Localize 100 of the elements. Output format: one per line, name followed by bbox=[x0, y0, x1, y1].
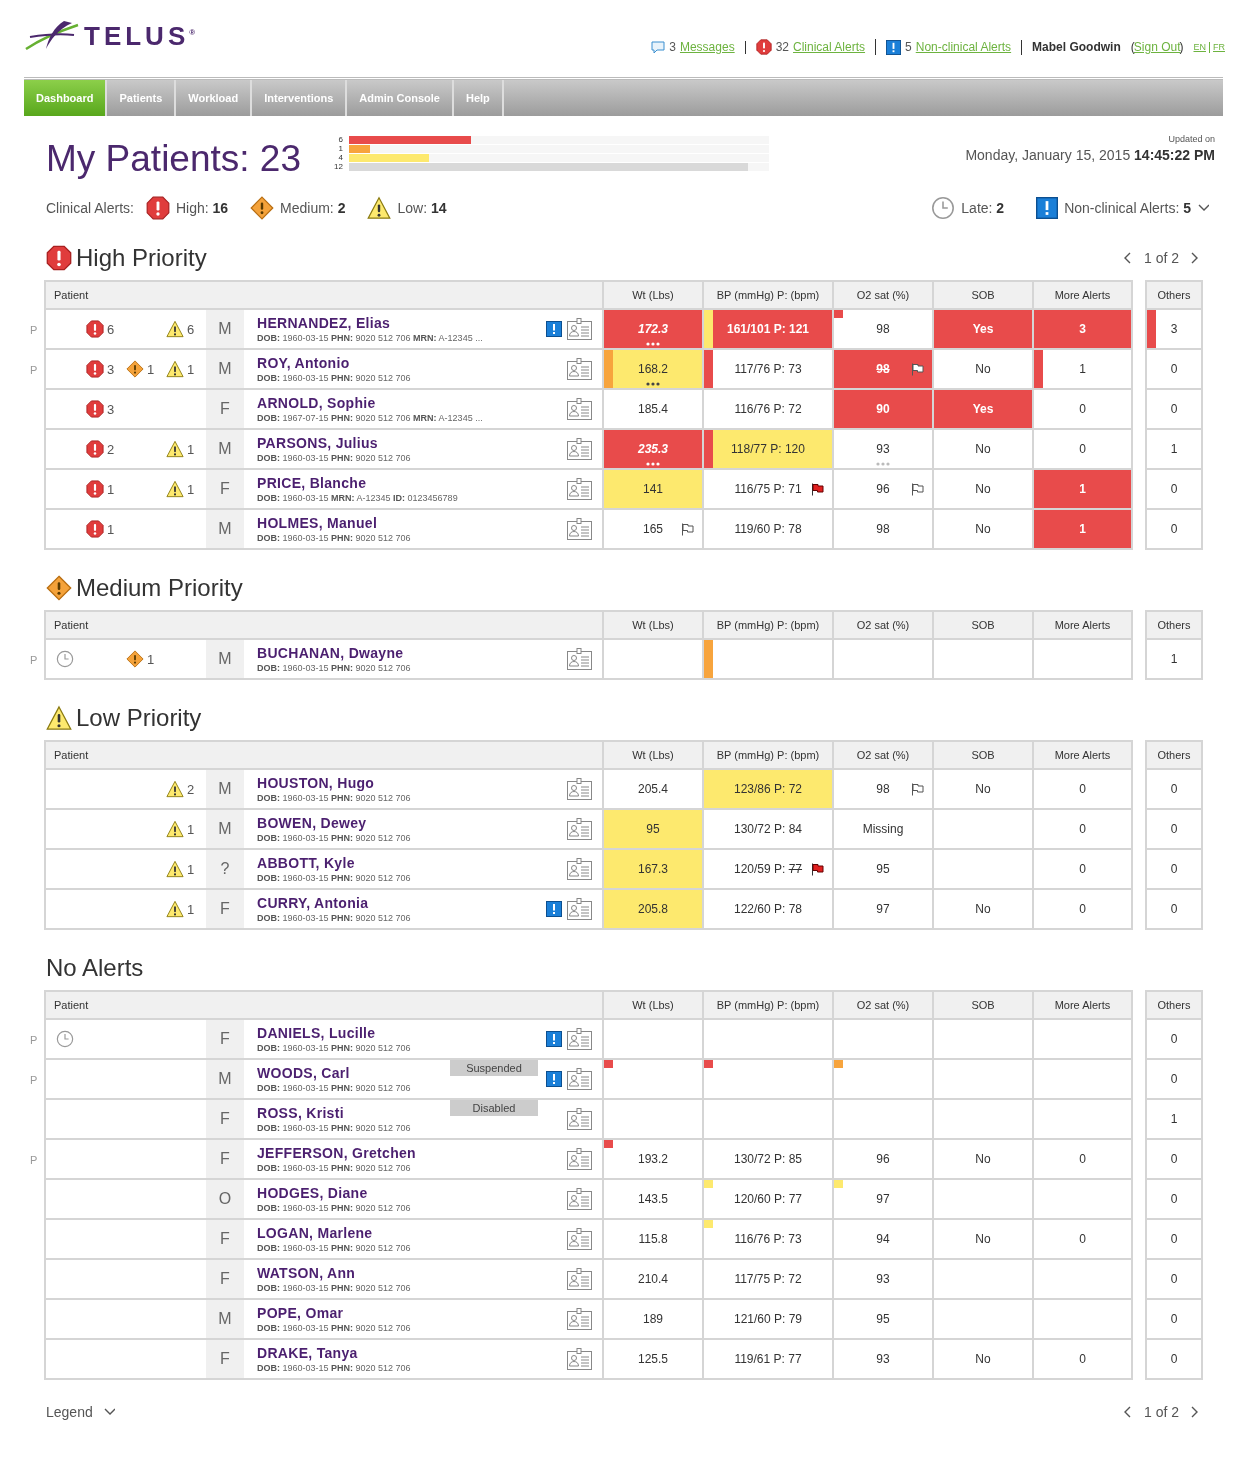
row-marker: P bbox=[30, 1074, 38, 1086]
cell-value: 165 bbox=[643, 522, 663, 536]
patient-name[interactable]: POPE, Omar bbox=[257, 1305, 344, 1321]
bar-count: 4 bbox=[337, 154, 343, 162]
legend-toggle[interactable]: Legend bbox=[46, 1404, 93, 1420]
column-header: Patient bbox=[44, 990, 604, 1020]
sex-label: F bbox=[206, 1340, 244, 1378]
more-icon[interactable] bbox=[646, 342, 660, 346]
cell-value: Missing bbox=[862, 822, 904, 836]
id-card-icon[interactable] bbox=[567, 1348, 592, 1370]
patient-name[interactable]: ARNOLD, Sophie bbox=[257, 395, 376, 411]
id-card-icon[interactable] bbox=[567, 1028, 592, 1050]
column-header: Others bbox=[1145, 610, 1203, 640]
cell-value: 117/76 P: 73 bbox=[734, 362, 802, 376]
column-header: O2 sat (%) bbox=[834, 610, 934, 640]
alert-count: 32 bbox=[775, 41, 789, 53]
sex-label: O bbox=[206, 1180, 244, 1218]
id-card-icon[interactable] bbox=[567, 1268, 592, 1290]
patient-name[interactable]: HODGES, Diane bbox=[257, 1185, 368, 1201]
id-card-icon[interactable] bbox=[567, 358, 592, 380]
patient-details: DOB: 1960-03-15 MRN: A-12345 ID: 0123456789 bbox=[257, 493, 458, 503]
cell-value: 1 bbox=[1170, 1112, 1178, 1126]
patient-details: DOB: 1960-03-15 PHN: 9020 512 706 bbox=[257, 833, 411, 843]
id-card-icon[interactable] bbox=[567, 898, 592, 920]
column-header: SOB bbox=[934, 280, 1034, 310]
patient-name[interactable]: PRICE, Blanche bbox=[257, 475, 367, 491]
column-header: SOB bbox=[934, 740, 1034, 770]
cell-value: 1 bbox=[1079, 522, 1086, 536]
cell-value: 205.4 bbox=[638, 782, 668, 796]
patient-name[interactable]: BOWEN, Dewey bbox=[257, 815, 367, 831]
patient-name[interactable]: WOODS, Carl bbox=[257, 1065, 350, 1081]
sex-label: F bbox=[206, 470, 244, 508]
more-icon[interactable] bbox=[646, 462, 660, 466]
updated-label: Updated on bbox=[1167, 134, 1215, 144]
cell-value: 122/60 P: 78 bbox=[733, 902, 803, 916]
patient-name[interactable]: ROY, Antonio bbox=[257, 355, 350, 371]
low-alert-icon bbox=[166, 900, 184, 918]
alert-count: 1 bbox=[147, 361, 155, 377]
patient-name[interactable]: HOLMES, Manuel bbox=[257, 515, 378, 531]
cell-value: 1 bbox=[1079, 482, 1086, 496]
id-card-icon[interactable] bbox=[567, 1188, 592, 1210]
sex-label: F bbox=[206, 1020, 244, 1058]
id-card-icon[interactable] bbox=[567, 858, 592, 880]
id-card-icon[interactable] bbox=[567, 438, 592, 460]
cell-value: 0 bbox=[1079, 402, 1086, 416]
chat-icon bbox=[651, 40, 666, 54]
patient-name[interactable]: CURRY, Antonia bbox=[257, 895, 369, 911]
medium-alert-icon bbox=[126, 360, 144, 378]
cell-value: 93 bbox=[876, 442, 890, 456]
sex-label: F bbox=[206, 1220, 244, 1258]
sex-label: M bbox=[206, 310, 244, 348]
cell-value: No bbox=[975, 522, 991, 536]
patient-name[interactable]: WATSON, Ann bbox=[257, 1265, 356, 1281]
patient-name[interactable]: ABBOTT, Kyle bbox=[257, 855, 355, 871]
message-count: 3 bbox=[669, 41, 676, 53]
row-marker: P bbox=[30, 364, 38, 376]
alert-count: 1 bbox=[107, 521, 115, 537]
cell-value: 0 bbox=[1170, 522, 1178, 536]
cell-value: 0 bbox=[1079, 782, 1086, 796]
id-card-icon[interactable] bbox=[567, 1228, 592, 1250]
id-card-icon[interactable] bbox=[567, 518, 592, 540]
column-header: Wt (Lbs) bbox=[604, 610, 704, 640]
cell-value: 125.5 bbox=[638, 1352, 668, 1366]
column-header: O2 sat (%) bbox=[834, 740, 934, 770]
id-card-icon[interactable] bbox=[567, 778, 592, 800]
patient-name[interactable]: DANIELS, Lucille bbox=[257, 1025, 376, 1041]
cell-value: 0 bbox=[1170, 782, 1178, 796]
cell-value: Yes bbox=[972, 402, 994, 416]
cell-value: 168.2 bbox=[638, 362, 668, 376]
id-card-icon[interactable] bbox=[567, 478, 592, 500]
patient-name[interactable]: ROSS, Kristi bbox=[257, 1105, 344, 1121]
more-icon[interactable] bbox=[646, 382, 660, 386]
id-card-icon[interactable] bbox=[567, 818, 592, 840]
id-card-icon[interactable] bbox=[567, 1068, 592, 1090]
patient-name[interactable]: HOUSTON, Hugo bbox=[257, 775, 375, 791]
patient-name[interactable]: HERNANDEZ, Elias bbox=[257, 315, 391, 331]
sex-label: M bbox=[206, 430, 244, 468]
id-card-icon[interactable] bbox=[567, 318, 592, 340]
cell-value: 98 bbox=[876, 362, 890, 376]
sex-label: F bbox=[206, 1260, 244, 1298]
id-card-icon[interactable] bbox=[567, 1148, 592, 1170]
id-card-icon[interactable] bbox=[567, 398, 592, 420]
cell-value: Yes bbox=[972, 322, 994, 336]
patient-details: DOB: 1960-03-15 PHN: 9020 512 706 bbox=[257, 1043, 411, 1053]
patient-name[interactable]: LOGAN, Marlene bbox=[257, 1225, 373, 1241]
column-header: Wt (Lbs) bbox=[604, 740, 704, 770]
cell-value: 0 bbox=[1079, 1152, 1086, 1166]
patient-name[interactable]: BUCHANAN, Dwayne bbox=[257, 645, 404, 661]
patient-name[interactable]: DRAKE, Tanya bbox=[257, 1345, 358, 1361]
alert-count: 2 bbox=[187, 781, 195, 797]
id-card-icon[interactable] bbox=[567, 1108, 592, 1130]
patient-name[interactable]: JEFFERSON, Gretchen bbox=[257, 1145, 416, 1161]
notice-icon bbox=[1036, 197, 1059, 219]
id-card-icon[interactable] bbox=[567, 1308, 592, 1330]
cell-value: 167.3 bbox=[638, 862, 668, 876]
id-card-icon[interactable] bbox=[567, 648, 592, 670]
patient-details: DOB: 1960-03-15 PHN: 9020 512 706 bbox=[257, 873, 411, 883]
patient-name[interactable]: PARSONS, Julius bbox=[257, 435, 378, 451]
updated-time: Monday, January 15, 2015 14:45:22 PM bbox=[965, 147, 1215, 163]
cell-value: 116/75 P: 71 bbox=[734, 482, 802, 496]
